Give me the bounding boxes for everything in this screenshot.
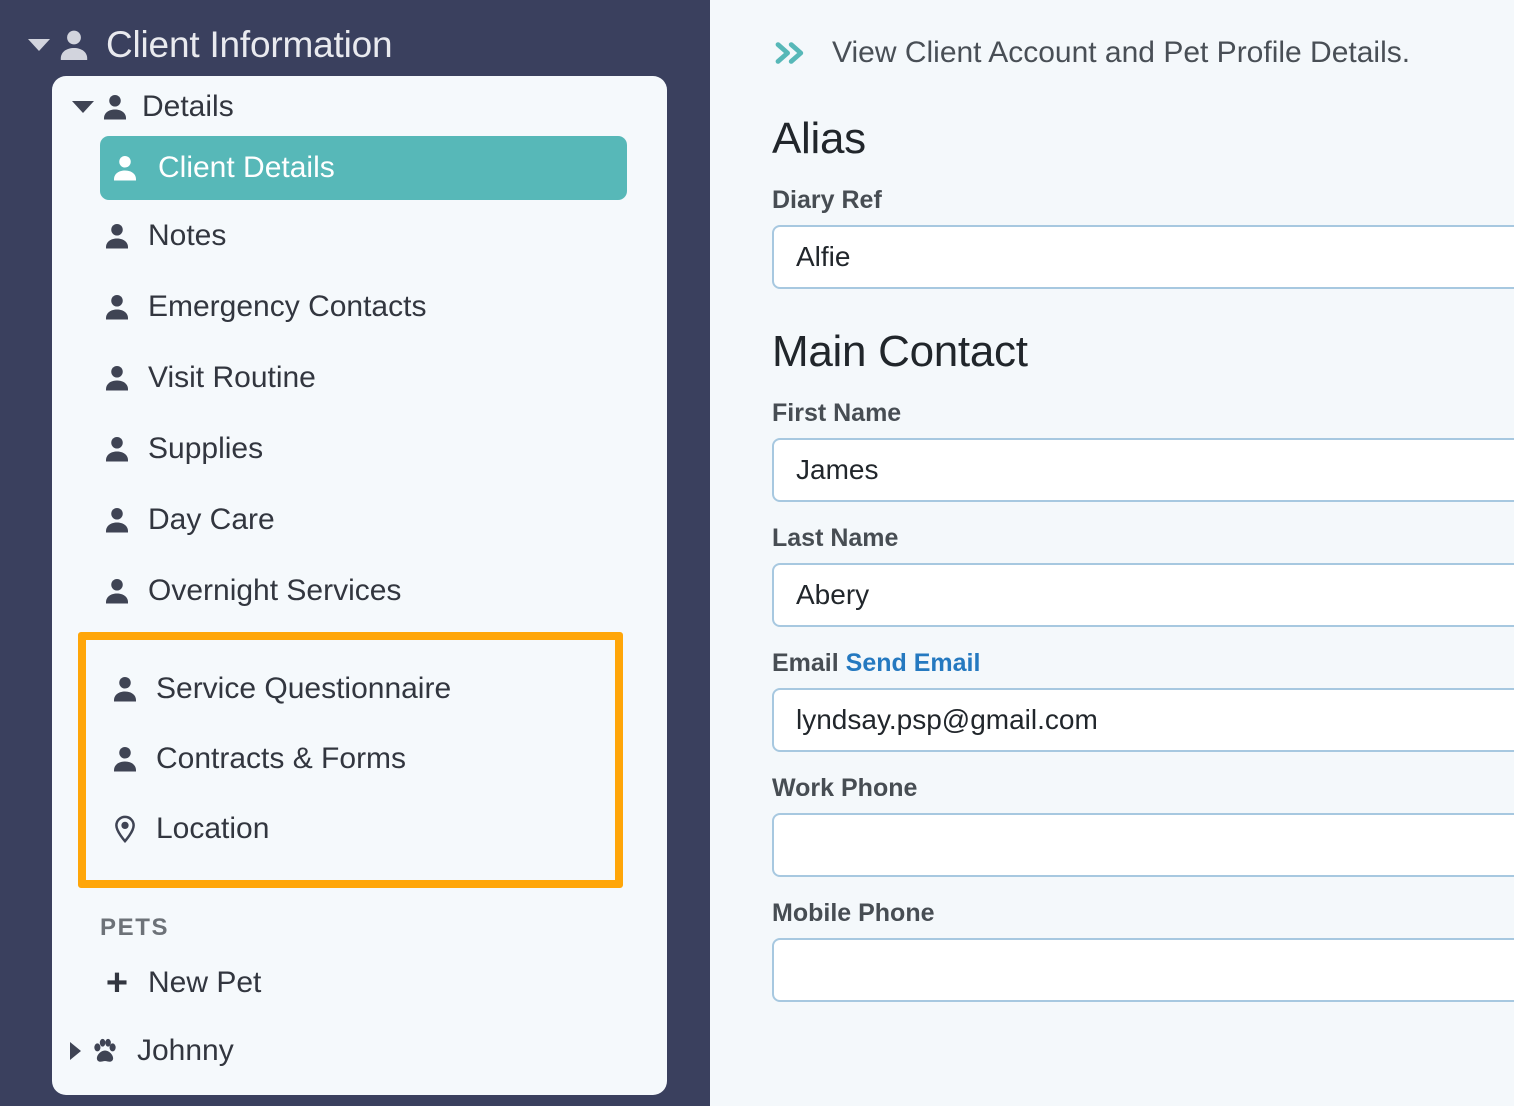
sidebar-item-overnight-services[interactable]: Overnight Services (52, 555, 667, 626)
caret-right-icon[interactable] (70, 1042, 81, 1060)
sidebar-item-supplies[interactable]: Supplies (52, 413, 667, 484)
main-contact-section-title: Main Contact (772, 327, 1028, 376)
sidebar-item-contracts-and-forms[interactable]: Contracts & Forms (86, 724, 615, 794)
work-phone-input[interactable] (772, 813, 1514, 877)
email-input[interactable] (772, 688, 1514, 752)
client-information-screen: Client Information Details Client Detail… (0, 0, 1514, 1106)
email-field: Email Send Email (772, 649, 1514, 752)
sidebar-item-label: Day Care (148, 502, 275, 536)
user-icon (102, 576, 132, 606)
user-icon (102, 363, 132, 393)
first-name-input[interactable] (772, 438, 1514, 502)
email-label-text: Email (772, 649, 839, 677)
sidebar-item-pet-johnny[interactable]: Johnny (52, 1018, 667, 1084)
mobile-phone-field: Mobile Phone (772, 899, 1514, 1002)
last-name-input[interactable] (772, 563, 1514, 627)
first-name-label: First Name (772, 399, 902, 427)
nav-card: Details Client Details Notes Emergency C… (52, 76, 667, 1095)
caret-down-icon[interactable] (28, 39, 50, 51)
highlighted-nav-group: Service Questionnaire Contracts & Forms (78, 632, 623, 888)
send-email-link[interactable]: Send Email (846, 649, 981, 677)
sidebar-item-service-questionnaire[interactable]: Service Questionnaire (86, 654, 615, 724)
alias-section-title: Alias (772, 114, 866, 163)
sidebar-item-label: Supplies (148, 431, 264, 465)
client-details-panel: View Client Account and Pet Profile Deta… (710, 0, 1514, 1106)
diary-ref-input[interactable] (772, 225, 1514, 289)
sidebar-item-day-care[interactable]: Day Care (52, 484, 667, 555)
user-icon (110, 674, 140, 704)
sidebar-item-label: Overnight Services (148, 573, 402, 607)
double-chevron-right-icon (772, 38, 808, 68)
pet-name-label: Johnny (137, 1034, 234, 1067)
user-icon (110, 744, 140, 774)
plus-icon: + (105, 961, 129, 1004)
sidebar-item-label: Contracts & Forms (156, 742, 407, 775)
sidebar-item-location[interactable]: Location (86, 794, 615, 864)
user-icon (102, 292, 132, 322)
page-title: Client Information (106, 24, 393, 65)
mobile-phone-input[interactable] (772, 938, 1514, 1002)
caret-down-icon[interactable] (72, 101, 94, 113)
mobile-phone-label: Mobile Phone (772, 899, 935, 927)
last-name-label: Last Name (772, 524, 899, 552)
diary-ref-field: Diary Ref (772, 186, 1514, 289)
view-client-account-text: View Client Account and Pet Profile Deta… (832, 36, 1411, 69)
sidebar-item-label: Location (156, 812, 270, 845)
sidebar-item-label: Visit Routine (148, 360, 316, 394)
sidebar-item-label: Service Questionnaire (156, 672, 452, 705)
new-pet-button[interactable]: + New Pet (52, 948, 667, 1018)
email-label: Email Send Email (772, 649, 1514, 678)
work-phone-field: Work Phone (772, 774, 1514, 877)
nav-group-label: Details (142, 90, 234, 123)
user-icon (102, 221, 132, 251)
first-name-field: First Name (772, 399, 1514, 502)
left-sidebar: Client Information Details Client Detail… (0, 0, 710, 1106)
new-pet-label: New Pet (148, 966, 262, 999)
user-icon (100, 92, 130, 122)
sidebar-item-notes[interactable]: Notes (52, 200, 667, 271)
paw-icon (89, 1035, 121, 1067)
work-phone-label: Work Phone (772, 774, 918, 802)
sidebar-item-label: Emergency Contacts (148, 289, 427, 323)
user-icon (102, 505, 132, 535)
diary-ref-label: Diary Ref (772, 186, 882, 214)
last-name-field: Last Name (772, 524, 1514, 627)
sidebar-item-client-details[interactable]: Client Details (100, 136, 627, 200)
sidebar-item-label: Client Details (158, 151, 335, 184)
sidebar-header[interactable]: Client Information (0, 0, 710, 70)
view-client-account-link[interactable]: View Client Account and Pet Profile Deta… (772, 30, 1514, 76)
sidebar-item-emergency-contacts[interactable]: Emergency Contacts (52, 271, 667, 342)
sidebar-item-label: Notes (148, 218, 227, 252)
user-icon (102, 434, 132, 464)
sidebar-item-visit-routine[interactable]: Visit Routine (52, 342, 667, 413)
pets-section-label: PETS (100, 914, 170, 941)
user-icon (56, 27, 92, 63)
nav-group-details[interactable]: Details (52, 76, 667, 136)
map-pin-icon (110, 814, 140, 844)
user-icon (110, 153, 140, 183)
